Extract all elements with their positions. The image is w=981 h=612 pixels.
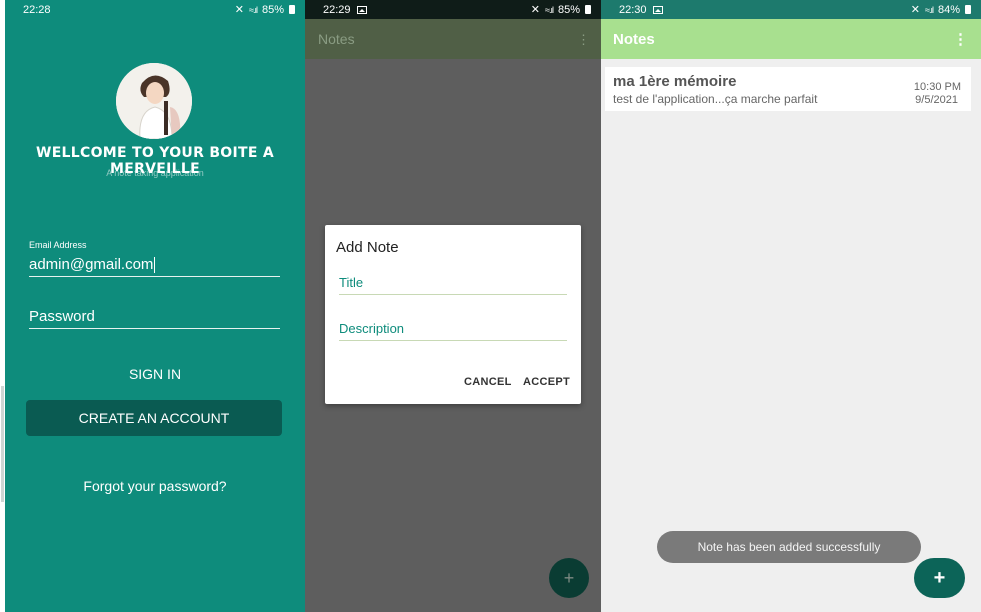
left-edge-handle	[1, 386, 4, 502]
add-note-fab[interactable]: +	[549, 558, 589, 598]
status-bar: 22:30 ✕ ≈.ıl 84%	[601, 0, 981, 19]
app-bar: Notes ⋮	[601, 19, 981, 59]
battery-percent: 85%	[261, 3, 284, 16]
login-screen: 22:28 ✕ ≈.ıl 85% WELLCOME TO YOUR BOITE …	[5, 0, 305, 612]
overflow-menu-icon[interactable]: ⋮	[953, 30, 968, 48]
text-cursor	[154, 257, 156, 274]
signal-icon: ≈.ıl	[925, 4, 934, 15]
battery-icon	[289, 5, 295, 14]
description-underline	[339, 340, 567, 341]
add-note-fab[interactable]: +	[914, 558, 965, 598]
battery-icon	[585, 5, 591, 14]
signal-icon: ≈.ıl	[249, 4, 258, 15]
email-value: admin@gmail.com	[29, 256, 154, 273]
create-account-button[interactable]: CREATE AN ACCOUNT	[26, 400, 282, 436]
add-note-screen: 22:29 ✕ ≈.ıl 85% Notes ⋮ Add Note Title …	[305, 0, 601, 612]
email-label: Email Address	[29, 240, 87, 250]
title-input[interactable]: Title	[339, 275, 567, 290]
avatar-illustration	[116, 63, 192, 139]
image-icon	[356, 5, 367, 14]
add-note-dialog: Add Note Title Description CANCEL ACCEPT	[325, 225, 581, 404]
title-underline	[339, 294, 567, 295]
description-input[interactable]: Description	[339, 321, 567, 336]
app-title: Notes	[318, 31, 355, 47]
note-list-item[interactable]: ma 1ère mémoire test de l'application...…	[605, 67, 971, 111]
notes-list-screen: 22:30 ✕ ≈.ıl 84% Notes ⋮ ma 1ère mémoire…	[601, 0, 981, 612]
mute-icon: ✕	[234, 4, 245, 16]
battery-percent: 84%	[937, 3, 960, 16]
status-time: 22:29	[323, 3, 351, 16]
overflow-menu-icon: ⋮	[577, 32, 590, 47]
dialog-title: Add Note	[336, 239, 399, 256]
app-bar-dimmed: Notes ⋮	[305, 19, 601, 59]
success-toast: Note has been added successfully	[657, 531, 921, 563]
app-subtitle: A note taking application	[106, 168, 204, 178]
accept-button[interactable]: ACCEPT	[523, 376, 570, 388]
email-underline	[29, 276, 280, 277]
mute-icon: ✕	[530, 4, 541, 16]
cancel-button[interactable]: CANCEL	[464, 376, 512, 388]
add-icon: +	[563, 567, 575, 588]
mute-icon: ✕	[910, 4, 921, 16]
note-date: 9/5/2021	[915, 94, 958, 106]
add-icon: +	[933, 566, 946, 589]
note-time: 10:30 PM	[913, 81, 961, 93]
sign-in-button[interactable]: SIGN IN	[5, 366, 305, 382]
status-time: 22:30	[619, 3, 647, 16]
status-bar: 22:28 ✕ ≈.ıl 85%	[5, 0, 305, 19]
status-bar: 22:29 ✕ ≈.ıl 85%	[305, 0, 601, 19]
app-title: Notes	[613, 31, 655, 48]
password-underline	[29, 328, 280, 329]
battery-percent: 85%	[557, 3, 580, 16]
forgot-password-link[interactable]: Forgot your password?	[5, 478, 305, 494]
status-time: 22:28	[23, 3, 51, 16]
image-icon	[652, 5, 663, 14]
signal-icon: ≈.ıl	[545, 4, 554, 15]
note-title: ma 1ère mémoire	[613, 73, 737, 90]
battery-icon	[965, 5, 971, 14]
password-field[interactable]: Password	[29, 308, 95, 325]
note-description: test de l'application...ça marche parfai…	[613, 92, 818, 106]
email-field[interactable]: admin@gmail.com	[29, 256, 156, 274]
